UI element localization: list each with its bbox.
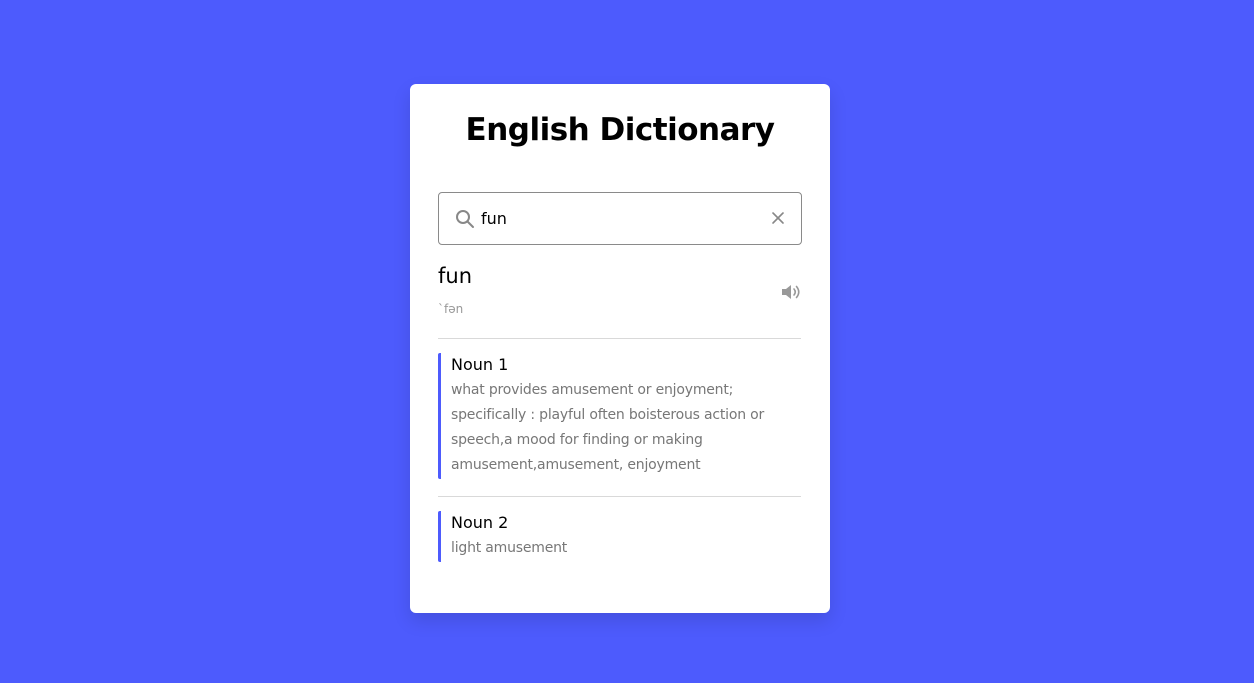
meaning-title: Noun 2: [451, 513, 509, 532]
close-icon[interactable]: [771, 211, 785, 225]
result-phonetic: `fən: [438, 302, 464, 316]
meaning-definition: what provides amusement or enjoyment; sp…: [451, 382, 765, 473]
search-box[interactable]: [438, 192, 802, 245]
divider: [438, 496, 801, 497]
search-icon: [456, 210, 474, 228]
speaker-icon[interactable]: [781, 283, 803, 301]
meaning-title: Noun 1: [451, 355, 509, 374]
result-word: fun: [438, 264, 473, 288]
meaning-item: Noun 2 light amusement: [438, 511, 801, 562]
app-title: English Dictionary: [465, 112, 775, 148]
divider: [438, 338, 801, 339]
meaning-item: Noun 1 what provides amusement or enjoym…: [438, 353, 801, 479]
search-input[interactable]: [481, 193, 761, 244]
meaning-definition: light amusement: [451, 540, 568, 556]
dictionary-card: English Dictionary fun `fən Noun 1 what …: [410, 84, 830, 613]
